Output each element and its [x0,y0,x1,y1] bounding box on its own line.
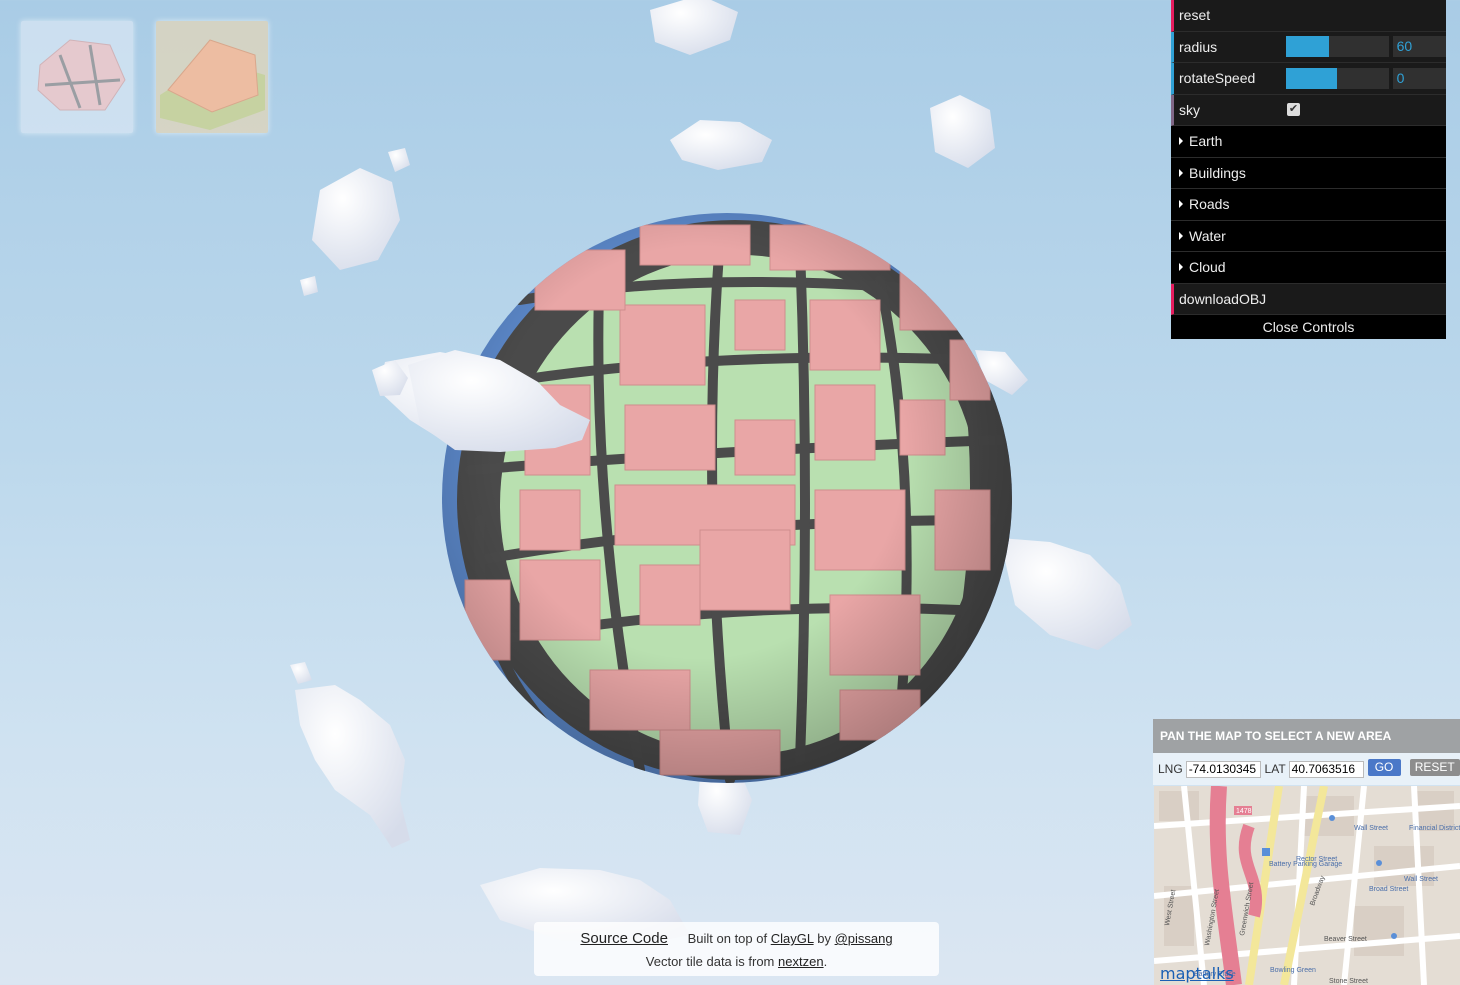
sky-checkbox[interactable]: ✔ [1287,103,1300,117]
area-selector-header: PAN THE MAP TO SELECT A NEW AREA [1153,719,1460,753]
folder-water[interactable]: Water [1171,220,1446,252]
sky-control: sky ✔ [1171,94,1446,126]
sky-label: sky [1179,101,1200,118]
reset-control[interactable]: reset [1171,0,1446,32]
caret-right-icon [1179,263,1183,272]
folder-label: Cloud [1189,259,1226,276]
svg-text:Stone Street: Stone Street [1329,978,1368,985]
vector-tile-text: Vector tile data is from [645,954,775,969]
credits-line-2: Vector tile data is from nextzen. [534,954,939,969]
coordinate-form: LNG -74.0130345 LAT 40.7063516 GO RESET [1153,753,1460,785]
nextzen-link[interactable]: nextzen [778,954,824,969]
author-link[interactable]: @pissang [835,931,893,946]
folder-cloud[interactable]: Cloud [1171,252,1446,284]
lat-label: LAT [1264,762,1286,776]
go-button[interactable]: GO [1367,758,1401,776]
svg-text:Wall Street: Wall Street [1404,876,1438,883]
claygl-link[interactable]: ClayGL [771,931,814,946]
credits-line-1: Source Code Built on top of ClayGL by @p… [534,930,939,947]
caret-right-icon [1179,137,1183,146]
source-code-link[interactable]: Source Code [580,930,668,947]
svg-text:Wall Street: Wall Street [1354,825,1388,832]
svg-text:Beaver Street: Beaver Street [1324,936,1367,943]
radius-input[interactable]: 60 [1392,36,1446,58]
thumbnail-flat-view[interactable] [156,21,268,133]
radius-slider[interactable] [1285,36,1389,58]
rotate-speed-control: rotateSpeed 0 [1171,63,1446,95]
rotate-speed-input[interactable]: 0 [1392,67,1446,89]
folder-earth[interactable]: Earth [1171,126,1446,158]
maptalks-link[interactable]: maptalks [1160,964,1234,983]
rotate-speed-label: rotateSpeed [1179,70,1256,87]
download-obj-control[interactable]: downloadOBJ [1171,283,1446,315]
svg-text:Broad Street: Broad Street [1369,886,1408,893]
caret-right-icon [1179,200,1183,209]
folder-label: Roads [1189,196,1230,213]
download-obj-label: downloadOBJ [1179,290,1267,307]
svg-text:Battery Parking Garage: Battery Parking Garage [1269,861,1342,868]
folder-label: Buildings [1189,164,1246,181]
by-text: by [817,931,831,946]
caret-right-icon [1179,231,1183,240]
reset-label: reset [1179,7,1211,24]
radius-label: radius [1179,38,1218,55]
street-map[interactable]: Rector Street Wall Street Financial Dist… [1154,786,1460,985]
lng-label: LNG [1158,762,1183,776]
folder-label: Water [1189,227,1226,244]
svg-text:1478: 1478 [1236,808,1252,815]
caret-right-icon [1179,168,1183,177]
radius-control: radius 60 [1171,31,1446,63]
lng-input[interactable]: -74.0130345 [1185,760,1261,778]
reset-map-button[interactable]: RESET [1409,758,1460,776]
close-controls-button[interactable]: Close Controls [1171,315,1446,339]
thumbnail-sphere-view[interactable] [21,21,133,133]
built-on-text: Built on top of [687,931,768,946]
controls-panel: reset radius 60 rotateSpeed 0 sky ✔ Eart… [1171,0,1446,339]
folder-buildings[interactable]: Buildings [1171,157,1446,189]
svg-text:Bowling Green: Bowling Green [1270,967,1316,974]
rotate-speed-slider[interactable] [1285,67,1389,89]
svg-text:Financial District: Financial District [1409,825,1460,832]
lat-input[interactable]: 40.7063516 [1288,760,1364,778]
street-map-tiles: Rector Street Wall Street Financial Dist… [1154,786,1460,985]
area-selector: PAN THE MAP TO SELECT A NEW AREA LNG -74… [1153,719,1460,985]
rotate-speed-slider-fill [1285,67,1338,89]
folder-roads[interactable]: Roads [1171,189,1446,221]
radius-slider-fill [1285,36,1329,58]
period-text: . [823,954,828,969]
credits-box: Source Code Built on top of ClayGL by @p… [534,922,939,976]
folder-label: Earth [1189,133,1223,150]
